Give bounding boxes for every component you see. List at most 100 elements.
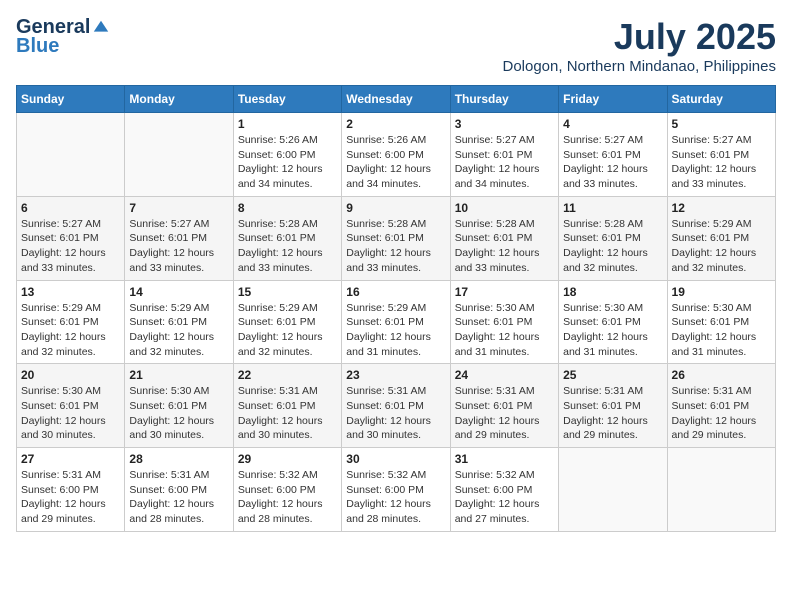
day-detail: Sunrise: 5:28 AM Sunset: 6:01 PM Dayligh…	[238, 217, 337, 276]
calendar-cell: 25 Sunrise: 5:31 AM Sunset: 6:01 PM Dayli…	[559, 364, 667, 448]
day-detail: Sunrise: 5:28 AM Sunset: 6:01 PM Dayligh…	[346, 217, 445, 276]
calendar-week-row: 13 Sunrise: 5:29 AM Sunset: 6:01 PM Dayli…	[17, 280, 776, 364]
calendar-cell: 8 Sunrise: 5:28 AM Sunset: 6:01 PM Daylig…	[233, 196, 341, 280]
calendar-cell: 23Sunrise: 5:31 AM Sunset: 6:01 PM Dayli…	[342, 364, 450, 448]
calendar-cell: 30Sunrise: 5:32 AM Sunset: 6:00 PM Dayli…	[342, 448, 450, 532]
day-number: 15	[238, 285, 337, 299]
day-number: 14	[129, 285, 228, 299]
day-number: 5	[672, 117, 771, 131]
calendar-cell: 26 Sunrise: 5:31 AM Sunset: 6:01 PM Dayli…	[667, 364, 775, 448]
day-detail: Sunrise: 5:31 AM Sunset: 6:00 PM Dayligh…	[21, 468, 120, 527]
month-title: July 2025	[502, 16, 776, 58]
day-detail: Sunrise: 5:29 AM Sunset: 6:01 PM Dayligh…	[129, 301, 228, 360]
day-detail: Sunrise: 5:28 AM Sunset: 6:01 PM Dayligh…	[455, 217, 554, 276]
calendar-cell: 9 Sunrise: 5:28 AM Sunset: 6:01 PM Daylig…	[342, 196, 450, 280]
calendar-cell: 11 Sunrise: 5:28 AM Sunset: 6:01 PM Dayli…	[559, 196, 667, 280]
day-detail: Sunrise: 5:29 AM Sunset: 6:01 PM Dayligh…	[21, 301, 120, 360]
day-number: 12	[672, 201, 771, 215]
day-number: 28	[129, 452, 228, 466]
calendar-cell	[17, 113, 125, 197]
weekday-header-monday: Monday	[125, 86, 233, 113]
calendar-cell: 7 Sunrise: 5:27 AM Sunset: 6:01 PM Daylig…	[125, 196, 233, 280]
day-detail: Sunrise: 5:29 AM Sunset: 6:01 PM Dayligh…	[238, 301, 337, 360]
weekday-header-saturday: Saturday	[667, 86, 775, 113]
title-section: July 2025 Dologon, Northern Mindanao, Ph…	[502, 16, 776, 75]
day-detail: Sunrise: 5:27 AM Sunset: 6:01 PM Dayligh…	[563, 133, 662, 192]
day-number: 6	[21, 201, 120, 215]
weekday-header-wednesday: Wednesday	[342, 86, 450, 113]
day-number: 9	[346, 201, 445, 215]
day-detail: Sunrise: 5:32 AM Sunset: 6:00 PM Dayligh…	[346, 468, 445, 527]
logo-blue: Blue	[16, 35, 59, 57]
day-number: 8	[238, 201, 337, 215]
day-number: 23	[346, 368, 445, 382]
logo: General Blue	[16, 16, 110, 58]
calendar-cell: 12 Sunrise: 5:29 AM Sunset: 6:01 PM Dayli…	[667, 196, 775, 280]
day-number: 26	[672, 368, 771, 382]
weekday-header-tuesday: Tuesday	[233, 86, 341, 113]
day-number: 21	[129, 368, 228, 382]
day-detail: Sunrise: 5:30 AM Sunset: 6:01 PM Dayligh…	[672, 301, 771, 360]
day-number: 3	[455, 117, 554, 131]
weekday-header-friday: Friday	[559, 86, 667, 113]
day-number: 2	[346, 117, 445, 131]
day-detail: Sunrise: 5:26 AM Sunset: 6:00 PM Dayligh…	[346, 133, 445, 192]
day-detail: Sunrise: 5:30 AM Sunset: 6:01 PM Dayligh…	[563, 301, 662, 360]
day-number: 29	[238, 452, 337, 466]
day-detail: Sunrise: 5:30 AM Sunset: 6:01 PM Dayligh…	[129, 384, 228, 443]
calendar-cell: 19 Sunrise: 5:30 AM Sunset: 6:01 PM Dayli…	[667, 280, 775, 364]
day-detail: Sunrise: 5:30 AM Sunset: 6:01 PM Dayligh…	[455, 301, 554, 360]
day-detail: Sunrise: 5:27 AM Sunset: 6:01 PM Dayligh…	[21, 217, 120, 276]
calendar-cell: 1Sunrise: 5:26 AM Sunset: 6:00 PM Daylig…	[233, 113, 341, 197]
day-detail: Sunrise: 5:29 AM Sunset: 6:01 PM Dayligh…	[672, 217, 771, 276]
day-detail: Sunrise: 5:27 AM Sunset: 6:01 PM Dayligh…	[455, 133, 554, 192]
calendar-cell: 13 Sunrise: 5:29 AM Sunset: 6:01 PM Dayli…	[17, 280, 125, 364]
logo-icon	[92, 19, 110, 37]
calendar-week-row: 1Sunrise: 5:26 AM Sunset: 6:00 PM Daylig…	[17, 113, 776, 197]
page-header: General Blue July 2025 Dologon, Northern…	[16, 16, 776, 75]
calendar-cell: 16 Sunrise: 5:29 AM Sunset: 6:01 PM Dayli…	[342, 280, 450, 364]
calendar-cell: 4 Sunrise: 5:27 AM Sunset: 6:01 PM Daylig…	[559, 113, 667, 197]
day-number: 7	[129, 201, 228, 215]
day-number: 22	[238, 368, 337, 382]
day-detail: Sunrise: 5:27 AM Sunset: 6:01 PM Dayligh…	[672, 133, 771, 192]
calendar-cell: 29 Sunrise: 5:32 AM Sunset: 6:00 PM Dayli…	[233, 448, 341, 532]
calendar-cell	[667, 448, 775, 532]
day-detail: Sunrise: 5:32 AM Sunset: 6:00 PM Dayligh…	[238, 468, 337, 527]
day-detail: Sunrise: 5:30 AM Sunset: 6:01 PM Dayligh…	[21, 384, 120, 443]
day-number: 18	[563, 285, 662, 299]
day-number: 11	[563, 201, 662, 215]
calendar-cell	[125, 113, 233, 197]
day-number: 31	[455, 452, 554, 466]
day-detail: Sunrise: 5:27 AM Sunset: 6:01 PM Dayligh…	[129, 217, 228, 276]
day-number: 4	[563, 117, 662, 131]
day-number: 16	[346, 285, 445, 299]
day-detail: Sunrise: 5:31 AM Sunset: 6:01 PM Dayligh…	[563, 384, 662, 443]
weekday-header-thursday: Thursday	[450, 86, 558, 113]
day-detail: Sunrise: 5:29 AM Sunset: 6:01 PM Dayligh…	[346, 301, 445, 360]
day-detail: Sunrise: 5:28 AM Sunset: 6:01 PM Dayligh…	[563, 217, 662, 276]
day-detail: Sunrise: 5:31 AM Sunset: 6:01 PM Dayligh…	[672, 384, 771, 443]
calendar-week-row: 6 Sunrise: 5:27 AM Sunset: 6:01 PM Daylig…	[17, 196, 776, 280]
calendar-cell: 31Sunrise: 5:32 AM Sunset: 6:00 PM Dayli…	[450, 448, 558, 532]
day-detail: Sunrise: 5:31 AM Sunset: 6:01 PM Dayligh…	[238, 384, 337, 443]
day-number: 24	[455, 368, 554, 382]
calendar-cell: 2 Sunrise: 5:26 AM Sunset: 6:00 PM Daylig…	[342, 113, 450, 197]
calendar-cell	[559, 448, 667, 532]
calendar-cell: 14 Sunrise: 5:29 AM Sunset: 6:01 PM Dayli…	[125, 280, 233, 364]
calendar-cell: 6 Sunrise: 5:27 AM Sunset: 6:01 PM Daylig…	[17, 196, 125, 280]
weekday-header-row: SundayMondayTuesdayWednesdayThursdayFrid…	[17, 86, 776, 113]
day-number: 17	[455, 285, 554, 299]
day-number: 20	[21, 368, 120, 382]
calendar-cell: 21 Sunrise: 5:30 AM Sunset: 6:01 PM Dayli…	[125, 364, 233, 448]
calendar-cell: 27 Sunrise: 5:31 AM Sunset: 6:00 PM Dayli…	[17, 448, 125, 532]
calendar-cell: 5 Sunrise: 5:27 AM Sunset: 6:01 PM Daylig…	[667, 113, 775, 197]
day-number: 19	[672, 285, 771, 299]
calendar-cell: 24 Sunrise: 5:31 AM Sunset: 6:01 PM Dayli…	[450, 364, 558, 448]
day-detail: Sunrise: 5:31 AM Sunset: 6:01 PM Dayligh…	[455, 384, 554, 443]
calendar-table: SundayMondayTuesdayWednesdayThursdayFrid…	[16, 85, 776, 532]
day-number: 27	[21, 452, 120, 466]
day-number: 25	[563, 368, 662, 382]
calendar-cell: 18 Sunrise: 5:30 AM Sunset: 6:01 PM Dayli…	[559, 280, 667, 364]
day-number: 13	[21, 285, 120, 299]
